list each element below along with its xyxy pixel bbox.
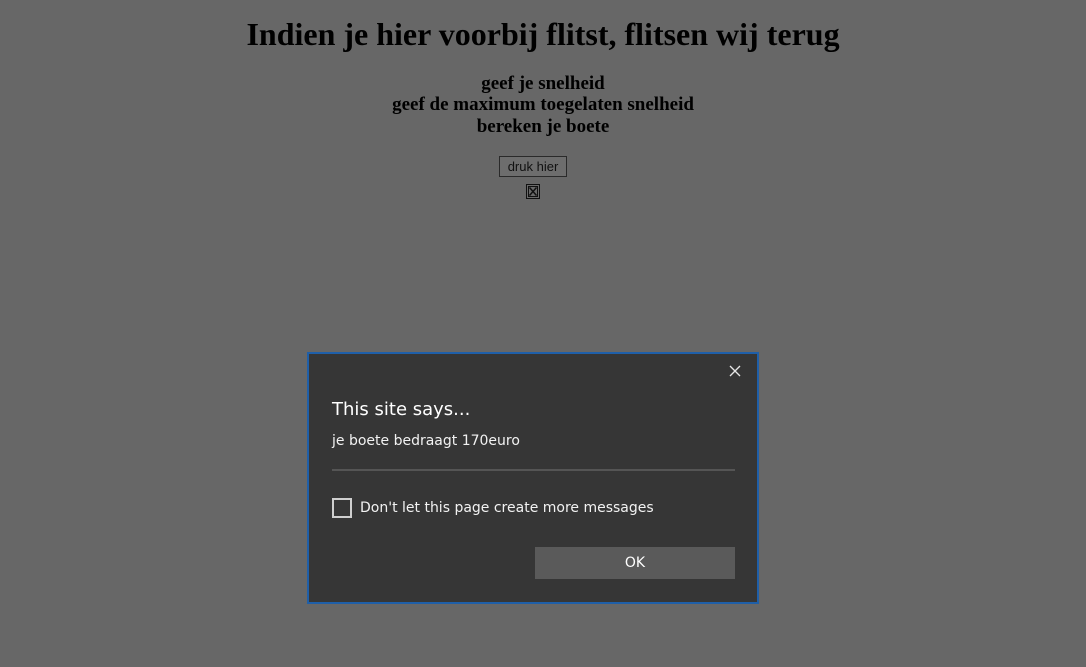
suppress-messages-checkbox[interactable]	[332, 498, 352, 518]
dialog-title: This site says...	[332, 399, 471, 420]
dialog-divider	[332, 469, 735, 471]
dialog-message: je boete bedraagt 170euro	[332, 433, 520, 449]
instruction-calculate: bereken je boete	[476, 116, 610, 137]
close-icon[interactable]	[727, 363, 743, 379]
ok-button[interactable]: OK	[535, 547, 735, 579]
instruction-max-speed: geef de maximum toegelaten snelheid	[392, 94, 694, 115]
druk-hier-button[interactable]: druk hier	[499, 156, 567, 177]
instruction-speed: geef je snelheid	[481, 73, 605, 94]
suppress-messages-label: Don't let this page create more messages	[360, 500, 654, 516]
page-title: Indien je hier voorbij flitst, flitsen w…	[246, 16, 840, 52]
alert-dialog: This site says... je boete bedraagt 170e…	[307, 352, 759, 604]
broken-image-icon	[526, 184, 540, 199]
suppress-messages-option[interactable]: Don't let this page create more messages	[332, 497, 654, 519]
